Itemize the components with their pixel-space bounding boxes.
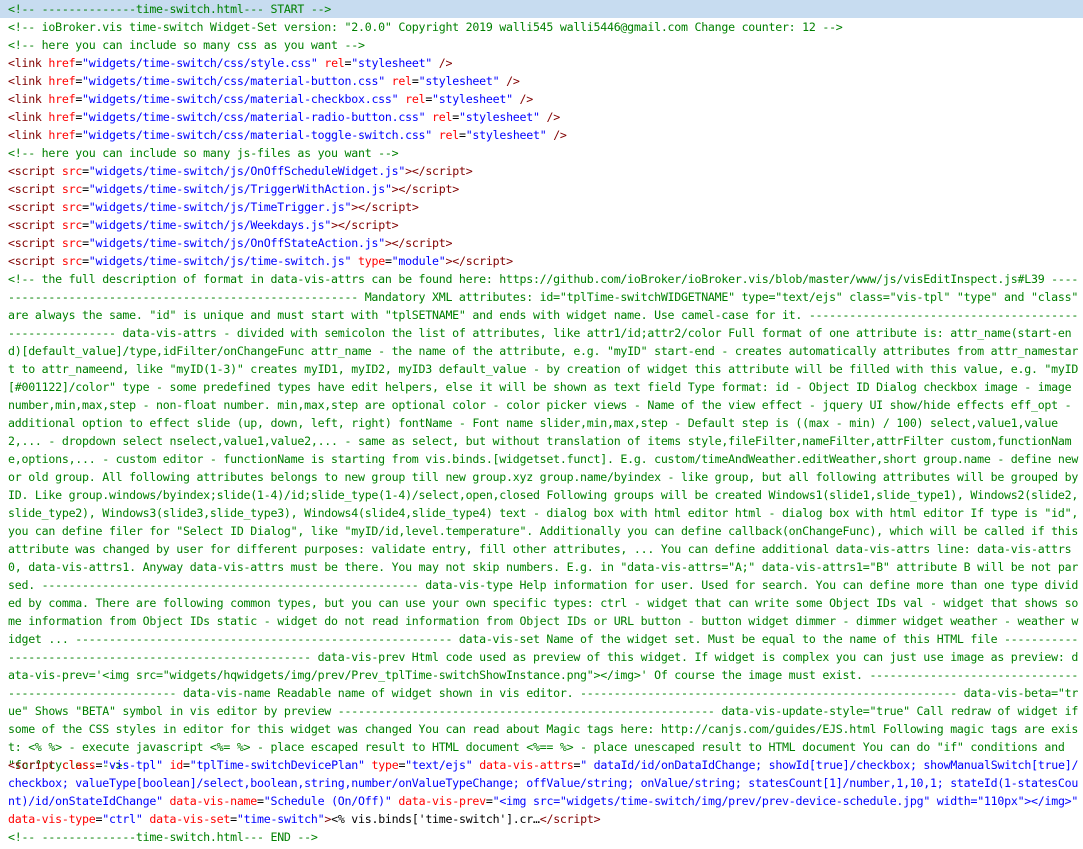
template-script-block: <script class="vis-tpl" id="tplTime-swit… <box>8 758 1079 826</box>
css-link-line: <link href="widgets/time-switch/css/mate… <box>8 128 567 142</box>
format-description-comment: <!-- the full description of format in d… <box>8 272 1079 772</box>
template-data-vis-prev: <img src="widgets/time-switch/img/prev/p… <box>499 794 1072 808</box>
js-script-line: <script src="widgets/time-switch/js/Trig… <box>8 182 459 196</box>
js-script-line: <script src="widgets/time-switch/js/OnOf… <box>8 164 473 178</box>
js-script-src[interactable]: widgets/time-switch/js/Weekdays.js <box>96 218 325 232</box>
start-marker-line[interactable]: <!-- --------------time-switch.html--- S… <box>0 0 1083 18</box>
css-link-line: <link href="widgets/time-switch/css/styl… <box>8 56 453 70</box>
js-script-src[interactable]: widgets/time-switch/js/OnOffStateAction.… <box>96 236 379 250</box>
js-script-src[interactable]: widgets/time-switch/js/time-switch.js <box>96 254 345 268</box>
template-data-vis-type: ctrl <box>108 812 136 826</box>
css-link-line: <link href="widgets/time-switch/css/mate… <box>8 110 560 124</box>
header-comment: <!-- ioBroker.vis time-switch Widget-Set… <box>8 20 843 34</box>
js-comment: <!-- here you can include so many js-fil… <box>8 146 399 160</box>
js-script-line: <script src="widgets/time-switch/js/OnOf… <box>8 236 453 250</box>
js-script-type: module <box>398 254 439 268</box>
css-link-href[interactable]: widgets/time-switch/css/style.css <box>89 56 311 70</box>
template-class: vis-tpl <box>108 758 157 772</box>
template-type: text/ejs <box>411 758 466 772</box>
template-data-vis-set: time-switch <box>243 812 318 826</box>
js-script-src[interactable]: widgets/time-switch/js/TriggerWithAction… <box>96 182 386 196</box>
css-link-href[interactable]: widgets/time-switch/css/material-toggle-… <box>89 128 426 142</box>
css-link-href[interactable]: widgets/time-switch/css/material-radio-b… <box>89 110 419 124</box>
css-comment: <!-- here you can include so many css as… <box>8 38 365 52</box>
template-id: tplTime-switchDevicePlan <box>196 758 359 772</box>
js-script-line: <script src="widgets/time-switch/js/time… <box>8 254 513 268</box>
css-link-line: <link href="widgets/time-switch/css/mate… <box>8 74 520 88</box>
source-code-viewer: <!-- --------------time-switch.html--- S… <box>0 0 1083 849</box>
css-link-line: <link href="widgets/time-switch/css/mate… <box>8 92 534 106</box>
css-link-href[interactable]: widgets/time-switch/css/material-checkbo… <box>89 92 392 106</box>
css-link-href[interactable]: widgets/time-switch/css/material-button.… <box>89 74 379 88</box>
js-script-line: <script src="widgets/time-switch/js/Time… <box>8 200 419 214</box>
end-marker-line: <!-- --------------time-switch.html--- E… <box>8 830 318 844</box>
template-data-vis-name: Schedule (On/Off) <box>270 794 386 808</box>
js-script-src[interactable]: widgets/time-switch/js/TimeTrigger.js <box>96 200 345 214</box>
js-script-line: <script src="widgets/time-switch/js/Week… <box>8 218 399 232</box>
js-script-src[interactable]: widgets/time-switch/js/OnOffScheduleWidg… <box>96 164 399 178</box>
template-body: <% vis.binds['time-switch'].cr… <box>331 812 540 826</box>
